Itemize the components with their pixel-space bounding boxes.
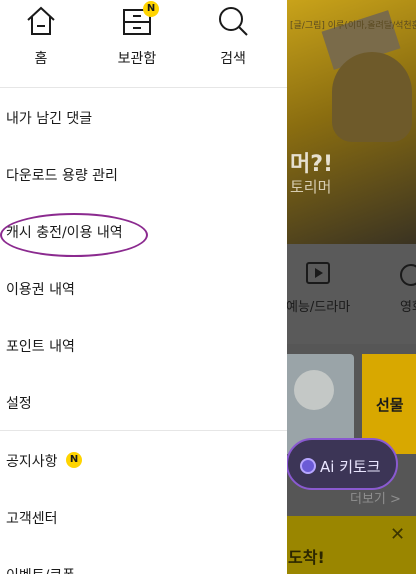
hero-title: 머?!: [290, 152, 334, 177]
menu-item-settings[interactable]: 설정: [0, 373, 287, 430]
side-drawer: 홈 N 보관함 검색 내가 남긴 댓글 다운로드 용량 관리 캐시 충전/이용 …: [0, 0, 287, 574]
menu-item-customer-center[interactable]: 고객센터: [0, 488, 287, 545]
category-strip: 예능/드라마 영화: [286, 244, 416, 344]
more-link[interactable]: 더보기 >: [350, 488, 401, 507]
drawer-menu: 내가 남긴 댓글 다운로드 용량 관리 캐시 충전/이용 내역 이용권 내역 포…: [0, 88, 287, 574]
nav-home-label: 홈: [34, 51, 48, 67]
library-icon: [92, 4, 182, 40]
bottom-banner-text: 도착!: [288, 548, 325, 567]
close-icon[interactable]: ✕: [390, 524, 405, 545]
nav-search[interactable]: 검색: [188, 0, 278, 88]
menu-item-my-comments[interactable]: 내가 남긴 댓글: [0, 88, 287, 145]
nav-library[interactable]: N 보관함: [92, 0, 182, 88]
notice-new-badge: N: [66, 452, 82, 468]
menu-item-cash-history[interactable]: 캐시 충전/이용 내역: [0, 202, 287, 259]
menu-item-download-storage[interactable]: 다운로드 용량 관리: [0, 145, 287, 202]
category-label[interactable]: 예능/드라마: [286, 296, 350, 315]
hero-banner[interactable]: [글/그림] 이루(이마,올려달/석천훈 회사 머?! 토리머: [286, 0, 416, 244]
search-icon: [188, 4, 278, 40]
film-reel-icon[interactable]: [400, 264, 416, 286]
annotation-circle: [0, 213, 148, 257]
menu-item-label: 이벤트/쿠폰: [6, 565, 75, 574]
ai-icon: [300, 458, 316, 474]
menu-item-label: 포인트 내역: [6, 339, 75, 355]
menu-item-label: 이용권 내역: [6, 282, 75, 298]
bottom-banner[interactable]: 도착! ✕: [286, 516, 416, 574]
menu-item-notices[interactable]: 공지사항 N: [0, 431, 287, 488]
nav-search-label: 검색: [220, 51, 246, 67]
home-icon: [0, 4, 86, 40]
menu-item-point-history[interactable]: 포인트 내역: [0, 316, 287, 373]
nav-library-label: 보관함: [117, 51, 157, 67]
menu-item-label: 공지사항: [6, 454, 58, 470]
drawer-top-nav: 홈 N 보관함 검색: [0, 0, 287, 88]
hero-credit: [글/그림] 이루(이마,올려달/석천훈 회사: [290, 21, 416, 31]
category-label-2[interactable]: 영화: [400, 296, 416, 315]
hero-subtitle: 토리머: [290, 178, 332, 196]
menu-item-label: 내가 남긴 댓글: [6, 111, 93, 127]
hero-artwork: [332, 52, 412, 142]
menu-item-pass-history[interactable]: 이용권 내역: [0, 259, 287, 316]
menu-item-label: 설정: [6, 396, 32, 412]
gift-label: 선물: [376, 396, 404, 414]
library-new-badge: N: [143, 1, 159, 17]
menu-item-label: 다운로드 용량 관리: [6, 168, 118, 184]
menu-item-label: 고객센터: [6, 511, 58, 527]
content-row: 선물 더보기 >: [286, 344, 416, 516]
menu-item-events-coupons[interactable]: 이벤트/쿠폰: [0, 545, 287, 574]
ai-talk-label: Ai 키토크: [320, 458, 381, 476]
tv-play-icon[interactable]: [306, 262, 330, 284]
nav-home[interactable]: 홈: [0, 0, 86, 88]
ai-talk-button[interactable]: Ai 키토크: [286, 438, 398, 490]
